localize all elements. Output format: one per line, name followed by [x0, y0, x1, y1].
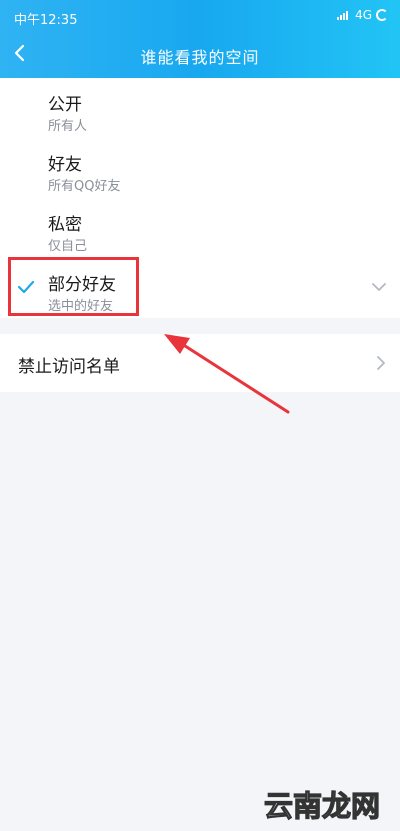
- option-friends[interactable]: 好友 所有QQ好友: [0, 138, 400, 198]
- status-time: 中午12:35: [14, 13, 78, 28]
- option-private[interactable]: 私密 仅自己: [0, 198, 400, 258]
- status-bar: 中午12:35 4G: [0, 0, 400, 30]
- blacklist-label: 禁止访问名单: [18, 357, 120, 377]
- status-indicators: 4G: [337, 8, 388, 22]
- option-public[interactable]: 公开 所有人: [0, 78, 400, 138]
- option-description: 仅自己: [48, 239, 88, 254]
- option-label: 公开: [48, 95, 82, 115]
- page-title: 谁能看我的空间: [140, 48, 260, 67]
- nav-bar: 谁能看我的空间: [0, 30, 400, 78]
- watermark-logo: 云南龙网: [264, 788, 381, 823]
- annotation-highlight-box: [8, 257, 139, 316]
- option-description: 所有人: [48, 119, 88, 134]
- app-header: 中午12:35 4G 谁能看我的空间: [0, 0, 400, 78]
- network-type: 4G: [355, 8, 372, 22]
- option-description: 所有QQ好友: [48, 179, 121, 194]
- option-label: 好友: [48, 155, 82, 175]
- chevron-right-icon: [377, 356, 385, 370]
- watermark-text: 云南龙网: [264, 789, 380, 823]
- option-label: 私密: [48, 215, 82, 235]
- chevron-down-icon[interactable]: [372, 282, 386, 292]
- signal-icon: [337, 11, 349, 20]
- loading-icon: [376, 9, 388, 21]
- annotation-arrow-icon: [164, 334, 290, 414]
